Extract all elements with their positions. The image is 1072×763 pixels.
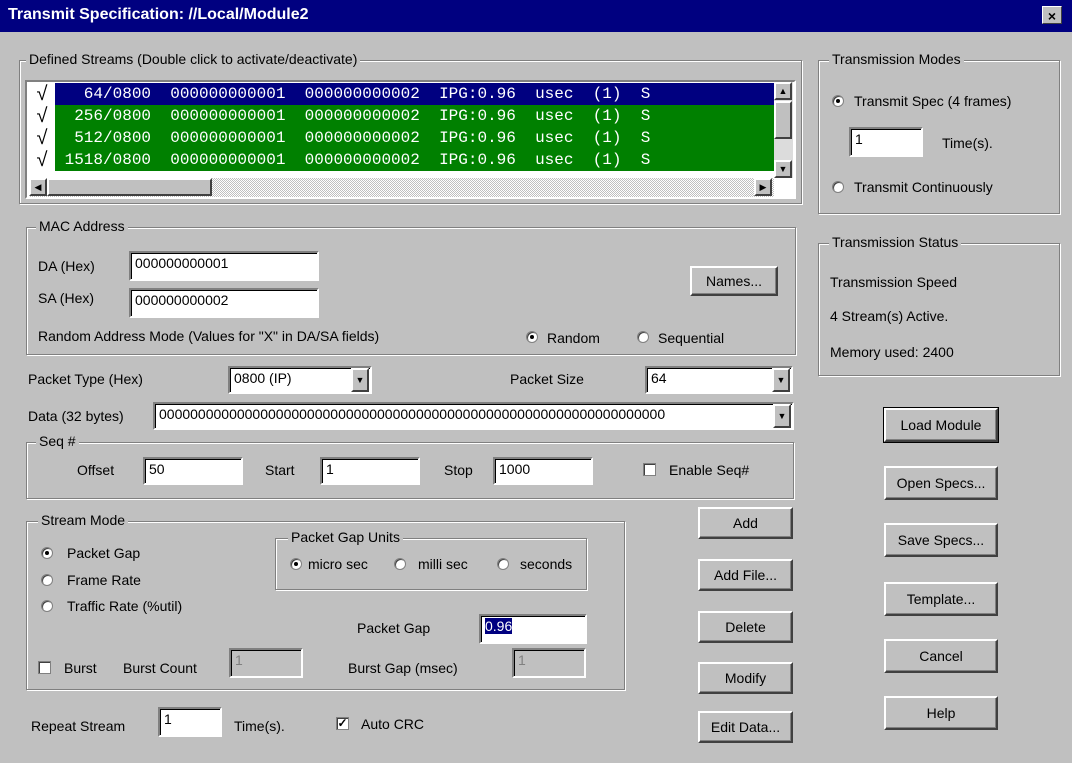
start-field[interactable]: 1 [320, 457, 420, 485]
save-specs-button[interactable]: Save Specs... [884, 523, 998, 557]
delete-button[interactable]: Delete [698, 611, 793, 643]
enable-seq-checkbox[interactable] [643, 463, 656, 476]
streams-active-text: 4 Stream(s) Active. [830, 308, 949, 324]
scroll-down-button[interactable]: ▼ [774, 160, 792, 178]
packet-size-dropdown-icon[interactable]: ▼ [772, 368, 790, 392]
sequential-radio[interactable] [637, 331, 649, 343]
modify-button[interactable]: Modify [698, 662, 793, 694]
packet-gap-value: 0.96 [485, 618, 513, 634]
transmit-spec-label: Transmit Spec (4 frames) [854, 93, 1012, 109]
milli-sec-label: milli sec [418, 556, 468, 572]
stop-field[interactable]: 1000 [493, 457, 593, 485]
names-button[interactable]: Names... [690, 266, 778, 296]
sa-label: SA (Hex) [38, 290, 95, 306]
frame-rate-label: Frame Rate [67, 572, 141, 588]
repeat-stream-label: Repeat Stream [31, 718, 126, 734]
data-field[interactable]: 0000000000000000000000000000000000000000… [153, 402, 794, 430]
data-dropdown-icon[interactable]: ▼ [773, 404, 791, 428]
vscroll-thumb[interactable] [774, 101, 792, 139]
burst-label: Burst [64, 660, 97, 676]
da-label: DA (Hex) [38, 258, 95, 274]
open-specs-button[interactable]: Open Specs... [884, 466, 998, 500]
micro-sec-radio[interactable] [290, 558, 302, 570]
milli-sec-radio[interactable] [394, 558, 406, 570]
stream-check-icon[interactable]: √ [29, 127, 55, 149]
start-label: Start [265, 462, 295, 478]
burst-gap-field[interactable]: 1 [512, 648, 586, 678]
offset-field[interactable]: 50 [143, 457, 243, 485]
stream-mode-legend: Stream Mode [38, 512, 129, 528]
stream-row[interactable]: 1518/0800 000000000001 000000000002 IPG:… [55, 149, 774, 171]
burst-count-field[interactable]: 1 [229, 648, 303, 678]
edit-data-button[interactable]: Edit Data... [698, 711, 793, 743]
burst-gap-label: Burst Gap (msec) [348, 660, 458, 676]
stream-row[interactable]: 64/0800 000000000001 000000000002 IPG:0.… [55, 83, 774, 105]
repeat-times-label: Time(s). [234, 718, 285, 734]
scroll-right-button[interactable]: ▶ [754, 178, 772, 196]
burst-count-label: Burst Count [123, 660, 197, 676]
data-label: Data (32 bytes) [28, 408, 124, 424]
add-file-button[interactable]: Add File... [698, 559, 793, 591]
seconds-label: seconds [520, 556, 573, 572]
random-radio[interactable] [526, 331, 538, 343]
transmit-continuously-radio[interactable] [832, 181, 844, 193]
burst-checkbox[interactable] [38, 661, 51, 674]
transmit-times-field[interactable]: 1 [849, 127, 923, 157]
add-button[interactable]: Add [698, 507, 793, 539]
auto-crc-label: Auto CRC [361, 716, 425, 732]
load-module-button[interactable]: Load Module [883, 407, 999, 443]
hscroll-thumb[interactable] [47, 178, 212, 196]
packet-gap-field[interactable]: 0.96 [479, 614, 587, 644]
cancel-button[interactable]: Cancel [884, 639, 998, 673]
frame-rate-radio[interactable] [41, 574, 53, 586]
transmission-speed-text: Transmission Speed [830, 274, 958, 290]
stream-check-icon[interactable]: √ [29, 83, 55, 105]
packet-type-dropdown-icon[interactable]: ▼ [351, 368, 369, 392]
auto-crc-checkbox[interactable]: ✓ [336, 717, 349, 730]
transmit-continuously-label: Transmit Continuously [854, 179, 993, 195]
stream-row[interactable]: 256/0800 000000000001 000000000002 IPG:0… [55, 105, 774, 127]
offset-label: Offset [77, 462, 115, 478]
random-label: Random [547, 330, 600, 346]
repeat-stream-field[interactable]: 1 [158, 707, 222, 737]
traffic-rate-radio[interactable] [41, 600, 53, 612]
close-button[interactable]: × [1042, 6, 1062, 24]
memory-used-text: Memory used: 2400 [830, 344, 954, 360]
transmission-status-legend: Transmission Status [829, 234, 962, 250]
sequential-label: Sequential [658, 330, 725, 346]
sa-field[interactable]: 000000000002 [129, 288, 319, 318]
scroll-up-button[interactable]: ▲ [774, 82, 792, 100]
stop-label: Stop [444, 462, 473, 478]
defined-streams-legend: Defined Streams (Double click to activat… [26, 51, 361, 67]
seconds-radio[interactable] [497, 558, 509, 570]
stream-check-icon[interactable]: √ [29, 149, 55, 171]
seq-legend: Seq # [36, 433, 79, 449]
transmit-times-label: Time(s). [942, 135, 993, 151]
packet-gap-radio[interactable] [41, 547, 53, 559]
template-button[interactable]: Template... [884, 582, 998, 616]
help-button[interactable]: Help [884, 696, 998, 730]
scroll-left-button[interactable]: ◀ [29, 178, 47, 196]
da-field[interactable]: 000000000001 [129, 251, 319, 281]
transmit-spec-radio[interactable] [832, 95, 844, 107]
packet-gap-mode-label: Packet Gap [67, 545, 141, 561]
stream-check-icon[interactable]: √ [29, 105, 55, 127]
traffic-rate-label: Traffic Rate (%util) [67, 598, 183, 614]
packet-type-label: Packet Type (Hex) [28, 371, 143, 387]
mac-address-legend: MAC Address [36, 218, 128, 234]
packet-gap-units-legend: Packet Gap Units [288, 529, 403, 545]
transmission-modes-legend: Transmission Modes [829, 51, 964, 67]
packet-size-select[interactable]: 64 [645, 366, 793, 394]
packet-gap-label: Packet Gap [357, 620, 431, 636]
random-mode-label: Random Address Mode (Values for "X" in D… [38, 328, 380, 344]
window-title: Transmit Specification: //Local/Module2 [8, 6, 309, 23]
enable-seq-label: Enable Seq# [669, 462, 750, 478]
packet-size-label: Packet Size [510, 371, 584, 387]
stream-row[interactable]: 512/0800 000000000001 000000000002 IPG:0… [55, 127, 774, 149]
micro-sec-label: micro sec [308, 556, 368, 572]
title-bar: Transmit Specification: //Local/Module2 … [0, 0, 1072, 32]
